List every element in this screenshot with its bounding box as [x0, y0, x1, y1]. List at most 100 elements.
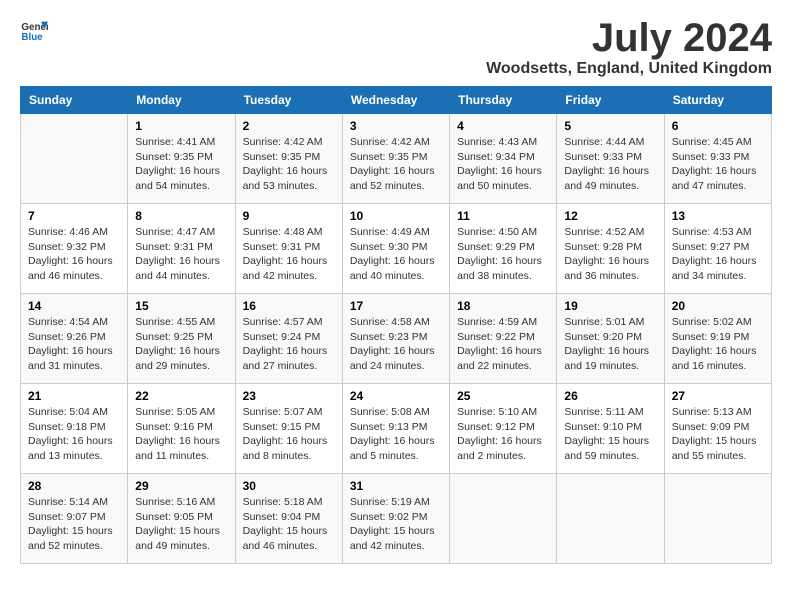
weekday-header-sunday: Sunday: [21, 87, 128, 114]
day-number: 31: [350, 479, 442, 493]
weekday-header-wednesday: Wednesday: [342, 87, 449, 114]
calendar-cell: 19 Sunrise: 5:01 AMSunset: 9:20 PMDayligh…: [557, 294, 664, 384]
day-info: Sunrise: 5:18 AMSunset: 9:04 PMDaylight:…: [243, 495, 335, 554]
day-info: Sunrise: 5:02 AMSunset: 9:19 PMDaylight:…: [672, 315, 764, 374]
calendar-cell: 11 Sunrise: 4:50 AMSunset: 9:29 PMDayligh…: [450, 204, 557, 294]
day-info: Sunrise: 5:07 AMSunset: 9:15 PMDaylight:…: [243, 405, 335, 464]
calendar-cell: 30 Sunrise: 5:18 AMSunset: 9:04 PMDayligh…: [235, 474, 342, 564]
day-number: 9: [243, 209, 335, 223]
calendar-week-row: 28 Sunrise: 5:14 AMSunset: 9:07 PMDayligh…: [21, 474, 772, 564]
day-number: 6: [672, 119, 764, 133]
weekday-header-row: SundayMondayTuesdayWednesdayThursdayFrid…: [21, 87, 772, 114]
calendar-cell: [557, 474, 664, 564]
calendar-week-row: 7 Sunrise: 4:46 AMSunset: 9:32 PMDaylight…: [21, 204, 772, 294]
day-info: Sunrise: 4:55 AMSunset: 9:25 PMDaylight:…: [135, 315, 227, 374]
day-info: Sunrise: 4:44 AMSunset: 9:33 PMDaylight:…: [564, 135, 656, 194]
calendar-cell: 12 Sunrise: 4:52 AMSunset: 9:28 PMDayligh…: [557, 204, 664, 294]
calendar-cell: 23 Sunrise: 5:07 AMSunset: 9:15 PMDayligh…: [235, 384, 342, 474]
day-number: 11: [457, 209, 549, 223]
calendar-cell: [664, 474, 771, 564]
weekday-header-saturday: Saturday: [664, 87, 771, 114]
weekday-header-monday: Monday: [128, 87, 235, 114]
calendar-cell: 17Sunrise: 4:58 AMSunset: 9:23 PMDayligh…: [342, 294, 449, 384]
day-number: 1: [135, 119, 227, 133]
calendar-cell: 13Sunrise: 4:53 AMSunset: 9:27 PMDayligh…: [664, 204, 771, 294]
day-info: Sunrise: 4:50 AMSunset: 9:29 PMDaylight:…: [457, 225, 549, 284]
day-number: 7: [28, 209, 120, 223]
day-number: 12: [564, 209, 656, 223]
logo: General Blue: [20, 16, 48, 44]
svg-text:Blue: Blue: [21, 32, 43, 43]
day-number: 24: [350, 389, 442, 403]
day-number: 18: [457, 299, 549, 313]
day-number: 8: [135, 209, 227, 223]
calendar-cell: 10 Sunrise: 4:49 AMSunset: 9:30 PMDayligh…: [342, 204, 449, 294]
day-info: Sunrise: 5:04 AMSunset: 9:18 PMDaylight:…: [28, 405, 120, 464]
calendar-cell: 15 Sunrise: 4:55 AMSunset: 9:25 PMDayligh…: [128, 294, 235, 384]
weekday-header-tuesday: Tuesday: [235, 87, 342, 114]
calendar-cell: 26 Sunrise: 5:11 AMSunset: 9:10 PMDayligh…: [557, 384, 664, 474]
day-info: Sunrise: 5:05 AMSunset: 9:16 PMDaylight:…: [135, 405, 227, 464]
calendar-cell: 24Sunrise: 5:08 AMSunset: 9:13 PMDayligh…: [342, 384, 449, 474]
calendar-cell: 7 Sunrise: 4:46 AMSunset: 9:32 PMDaylight…: [21, 204, 128, 294]
day-info: Sunrise: 5:10 AMSunset: 9:12 PMDaylight:…: [457, 405, 549, 464]
day-info: Sunrise: 4:49 AMSunset: 9:30 PMDaylight:…: [350, 225, 442, 284]
day-info: Sunrise: 4:46 AMSunset: 9:32 PMDaylight:…: [28, 225, 120, 284]
calendar-cell: 14Sunrise: 4:54 AMSunset: 9:26 PMDayligh…: [21, 294, 128, 384]
weekday-header-friday: Friday: [557, 87, 664, 114]
calendar-cell: 22Sunrise: 5:05 AMSunset: 9:16 PMDayligh…: [128, 384, 235, 474]
day-info: Sunrise: 5:16 AMSunset: 9:05 PMDaylight:…: [135, 495, 227, 554]
day-number: 20: [672, 299, 764, 313]
day-info: Sunrise: 4:43 AMSunset: 9:34 PMDaylight:…: [457, 135, 549, 194]
day-info: Sunrise: 4:42 AMSunset: 9:35 PMDaylight:…: [243, 135, 335, 194]
location-title: Woodsetts, England, United Kingdom: [486, 60, 772, 78]
calendar-cell: 29 Sunrise: 5:16 AMSunset: 9:05 PMDayligh…: [128, 474, 235, 564]
day-number: 30: [243, 479, 335, 493]
day-number: 16: [243, 299, 335, 313]
calendar-table: SundayMondayTuesdayWednesdayThursdayFrid…: [20, 86, 772, 564]
day-number: 28: [28, 479, 120, 493]
day-info: Sunrise: 5:01 AMSunset: 9:20 PMDaylight:…: [564, 315, 656, 374]
day-number: 4: [457, 119, 549, 133]
day-info: Sunrise: 4:45 AMSunset: 9:33 PMDaylight:…: [672, 135, 764, 194]
logo-icon: General Blue: [20, 16, 48, 44]
calendar-cell: 6 Sunrise: 4:45 AMSunset: 9:33 PMDaylight…: [664, 114, 771, 204]
calendar-cell: 28 Sunrise: 5:14 AMSunset: 9:07 PMDayligh…: [21, 474, 128, 564]
weekday-header-thursday: Thursday: [450, 87, 557, 114]
day-number: 2: [243, 119, 335, 133]
day-info: Sunrise: 5:19 AMSunset: 9:02 PMDaylight:…: [350, 495, 442, 554]
day-number: 29: [135, 479, 227, 493]
calendar-cell: 9 Sunrise: 4:48 AMSunset: 9:31 PMDaylight…: [235, 204, 342, 294]
day-number: 15: [135, 299, 227, 313]
calendar-cell: 21 Sunrise: 5:04 AMSunset: 9:18 PMDayligh…: [21, 384, 128, 474]
day-number: 3: [350, 119, 442, 133]
calendar-cell: 16 Sunrise: 4:57 AMSunset: 9:24 PMDayligh…: [235, 294, 342, 384]
calendar-week-row: 14Sunrise: 4:54 AMSunset: 9:26 PMDayligh…: [21, 294, 772, 384]
day-number: 19: [564, 299, 656, 313]
calendar-cell: 20 Sunrise: 5:02 AMSunset: 9:19 PMDayligh…: [664, 294, 771, 384]
calendar-cell: 27 Sunrise: 5:13 AMSunset: 9:09 PMDayligh…: [664, 384, 771, 474]
day-info: Sunrise: 5:13 AMSunset: 9:09 PMDaylight:…: [672, 405, 764, 464]
calendar-week-row: 21 Sunrise: 5:04 AMSunset: 9:18 PMDayligh…: [21, 384, 772, 474]
day-info: Sunrise: 4:48 AMSunset: 9:31 PMDaylight:…: [243, 225, 335, 284]
day-number: 26: [564, 389, 656, 403]
day-info: Sunrise: 4:53 AMSunset: 9:27 PMDaylight:…: [672, 225, 764, 284]
day-number: 21: [28, 389, 120, 403]
page-header: General Blue July 2024 Woodsetts, Englan…: [20, 16, 772, 78]
day-number: 27: [672, 389, 764, 403]
day-info: Sunrise: 4:57 AMSunset: 9:24 PMDaylight:…: [243, 315, 335, 374]
day-info: Sunrise: 5:14 AMSunset: 9:07 PMDaylight:…: [28, 495, 120, 554]
calendar-cell: [21, 114, 128, 204]
calendar-cell: 8Sunrise: 4:47 AMSunset: 9:31 PMDaylight…: [128, 204, 235, 294]
calendar-week-row: 1Sunrise: 4:41 AMSunset: 9:35 PMDaylight…: [21, 114, 772, 204]
calendar-cell: 25Sunrise: 5:10 AMSunset: 9:12 PMDayligh…: [450, 384, 557, 474]
day-number: 23: [243, 389, 335, 403]
calendar-cell: 4 Sunrise: 4:43 AMSunset: 9:34 PMDaylight…: [450, 114, 557, 204]
day-info: Sunrise: 4:42 AMSunset: 9:35 PMDaylight:…: [350, 135, 442, 194]
day-info: Sunrise: 5:11 AMSunset: 9:10 PMDaylight:…: [564, 405, 656, 464]
calendar-cell: 18Sunrise: 4:59 AMSunset: 9:22 PMDayligh…: [450, 294, 557, 384]
calendar-cell: 2 Sunrise: 4:42 AMSunset: 9:35 PMDaylight…: [235, 114, 342, 204]
day-info: Sunrise: 4:52 AMSunset: 9:28 PMDaylight:…: [564, 225, 656, 284]
calendar-cell: 3 Sunrise: 4:42 AMSunset: 9:35 PMDaylight…: [342, 114, 449, 204]
day-number: 10: [350, 209, 442, 223]
